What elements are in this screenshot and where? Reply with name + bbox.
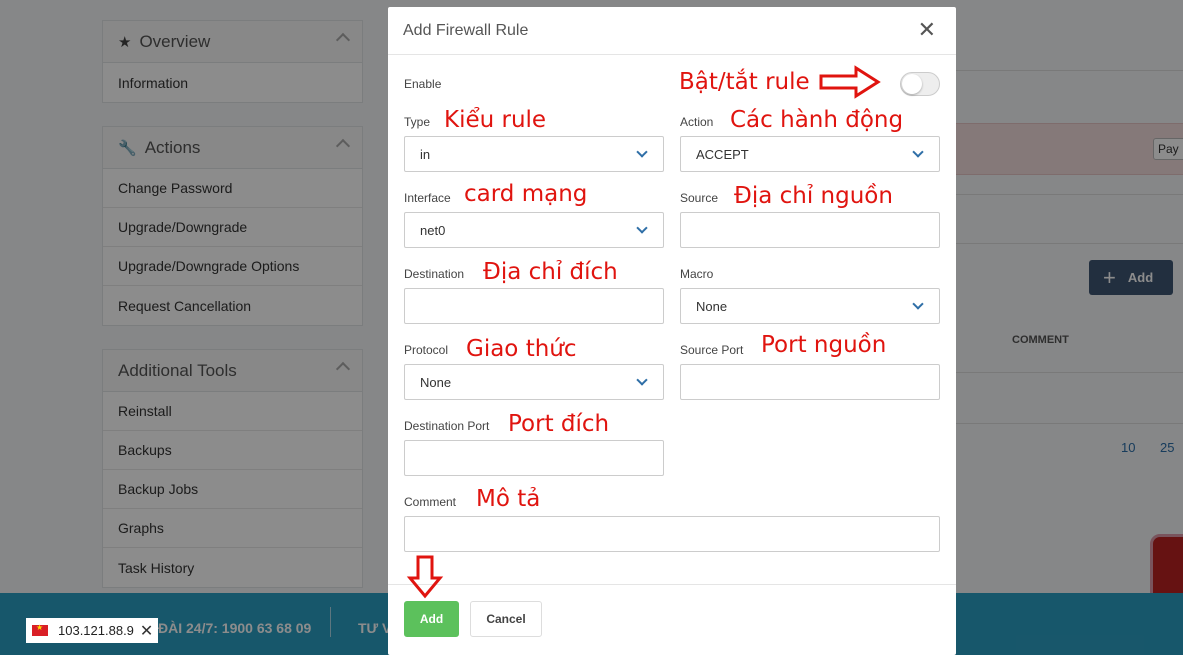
- close-icon[interactable]: ✕: [140, 621, 153, 641]
- macro-select[interactable]: None: [680, 288, 940, 324]
- macro-label: Macro: [680, 267, 714, 281]
- type-label: Type: [404, 115, 431, 129]
- annotation-protocol: Giao thức: [466, 336, 577, 362]
- destination-label: Destination: [404, 267, 465, 281]
- type-value: in: [420, 146, 431, 162]
- annotation-source: Địa chỉ nguồn: [734, 183, 893, 209]
- arrow-down-icon: [406, 555, 444, 599]
- annotation-type: Kiểu rule: [444, 107, 547, 133]
- interface-select[interactable]: net0: [404, 212, 664, 248]
- action-value: ACCEPT: [696, 146, 749, 162]
- annotation-source-port: Port nguồn: [761, 332, 887, 358]
- annotation-interface: card mạng: [464, 181, 588, 207]
- source-port-input[interactable]: [680, 364, 940, 400]
- source-label: Source: [680, 191, 719, 205]
- add-button[interactable]: Add: [404, 601, 459, 637]
- close-icon[interactable]: ✕: [918, 19, 936, 41]
- protocol-value: None: [420, 374, 452, 390]
- annotation-action: Các hành động: [730, 107, 904, 133]
- annotation-dest-port: Port đích: [508, 411, 610, 437]
- chevron-down-icon: [636, 374, 648, 386]
- modal-header: Add Firewall Rule: [388, 7, 956, 55]
- source-port-label: Source Port: [680, 343, 744, 357]
- dest-port-input[interactable]: [404, 440, 664, 476]
- annotation-destination: Địa chỉ đích: [483, 259, 618, 285]
- annotation-comment: Mô tả: [476, 486, 541, 512]
- dest-port-label: Destination Port: [404, 419, 490, 433]
- chevron-down-icon: [912, 146, 924, 158]
- ip-chip: 103.121.88.9 ✕: [26, 618, 158, 643]
- arrow-right-icon: [819, 65, 881, 99]
- interface-label: Interface: [404, 191, 451, 205]
- chevron-down-icon: [636, 222, 648, 234]
- cancel-button[interactable]: Cancel: [470, 601, 542, 637]
- type-select[interactable]: in: [404, 136, 664, 172]
- enable-label: Enable: [404, 77, 442, 91]
- toggle-knob: [902, 74, 922, 94]
- interface-value: net0: [420, 222, 446, 238]
- annotation-enable: Bật/tắt rule: [679, 69, 810, 95]
- chevron-down-icon: [636, 146, 648, 158]
- protocol-select[interactable]: None: [404, 364, 664, 400]
- action-label: Action: [680, 115, 714, 129]
- macro-value: None: [696, 298, 728, 314]
- protocol-label: Protocol: [404, 343, 449, 357]
- enable-toggle[interactable]: [900, 72, 940, 96]
- action-select[interactable]: ACCEPT: [680, 136, 940, 172]
- modal-title: Add Firewall Rule: [403, 21, 529, 39]
- source-input[interactable]: [680, 212, 940, 248]
- ip-address: 103.121.88.9: [58, 623, 134, 638]
- chevron-down-icon: [912, 298, 924, 310]
- comment-input[interactable]: [404, 516, 940, 552]
- destination-input[interactable]: [404, 288, 664, 324]
- add-firewall-rule-dialog: Add Firewall Rule ✕ Enable Type in Actio…: [388, 7, 956, 655]
- comment-label: Comment: [404, 495, 457, 509]
- vietnam-flag-icon: [32, 623, 48, 636]
